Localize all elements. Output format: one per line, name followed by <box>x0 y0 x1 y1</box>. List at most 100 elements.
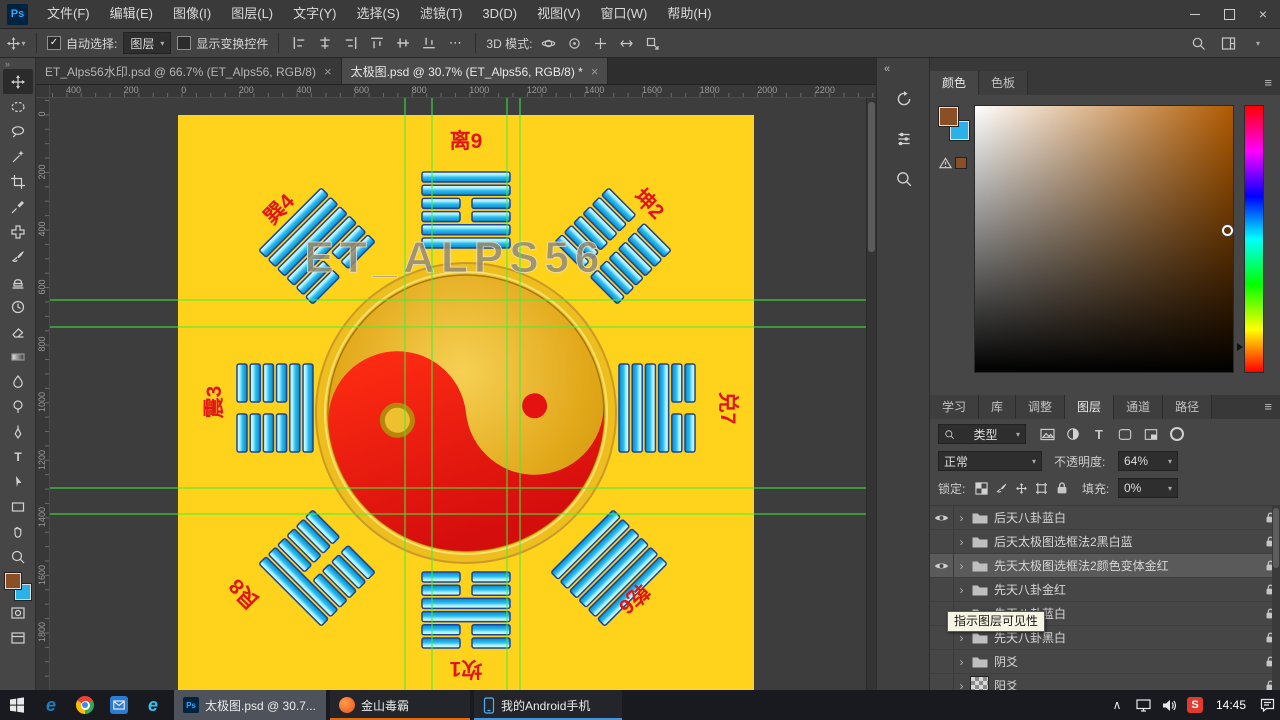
layer-filter-dropdown[interactable]: 类型 ▾ <box>938 424 1026 444</box>
tab-swatches[interactable]: 色板 <box>979 71 1029 95</box>
panel-icon-properties[interactable] <box>890 125 917 152</box>
maximize-button[interactable] <box>1212 0 1246 28</box>
3d-orbit-button[interactable] <box>538 32 558 54</box>
align-bottom-button[interactable] <box>419 32 439 54</box>
marquee-tool[interactable] <box>3 94 33 119</box>
3d-roll-button[interactable] <box>564 32 584 54</box>
layer-row[interactable]: › 先天八卦金红 <box>930 578 1280 602</box>
saturation-brightness-field[interactable] <box>974 105 1234 373</box>
workspace-chooser-button[interactable]: ▾ <box>1248 32 1268 54</box>
3d-slide-button[interactable] <box>616 32 636 54</box>
expand-panels-icon[interactable]: « <box>884 63 890 75</box>
align-left-button[interactable] <box>289 32 309 54</box>
lock-all-button[interactable] <box>1052 478 1071 498</box>
layer-row[interactable]: › 后天太极图选框法2黑白蓝 <box>930 530 1280 554</box>
start-button[interactable] <box>0 690 34 720</box>
eraser-tool[interactable] <box>3 319 33 344</box>
tab-adjustments[interactable]: 调整 <box>1016 395 1066 419</box>
edge-icon[interactable]: e <box>136 690 170 720</box>
3d-scale-button[interactable] <box>642 32 662 54</box>
hidden-icons-chevron[interactable]: ∧ <box>1104 690 1130 720</box>
healing-brush-tool[interactable] <box>3 219 33 244</box>
filter-type-layers-button[interactable]: T <box>1088 424 1110 444</box>
lasso-tool[interactable] <box>3 119 33 144</box>
menu-item[interactable]: 3D(D) <box>472 0 527 28</box>
document-canvas[interactable]: 离9坤2兑7乾6坎1艮8震3巽4 ET_ALPS56 <box>50 98 876 690</box>
type-tool[interactable]: T <box>3 444 33 469</box>
search-button[interactable] <box>1188 32 1208 54</box>
layer-visibility-toggle[interactable] <box>930 674 954 690</box>
layer-visibility-toggle[interactable] <box>930 578 954 601</box>
align-right-button[interactable] <box>341 32 361 54</box>
layer-expand-icon[interactable]: › <box>954 511 969 525</box>
menu-item[interactable]: 帮助(H) <box>657 0 721 28</box>
align-top-button[interactable] <box>367 32 387 54</box>
more-options-button[interactable]: ⋯ <box>445 32 465 54</box>
tools-collapse-icon[interactable]: » <box>0 59 10 69</box>
dodge-tool[interactable] <box>3 394 33 419</box>
document-tab-active[interactable]: 太极图.psd @ 30.7% (ET_Alps56, RGB/8) * × <box>341 58 609 84</box>
layer-filter-toggle[interactable] <box>1170 427 1184 441</box>
taskbar-button-photoshop[interactable]: Ps 太极图.psd @ 30.7... <box>174 690 326 720</box>
scrollbar-thumb[interactable] <box>868 102 875 252</box>
clone-stamp-tool[interactable] <box>3 269 33 294</box>
panel-icon-search[interactable] <box>890 165 917 192</box>
document-tab-inactive[interactable]: ET_Alps56水印.psd @ 66.7% (ET_Alps56, RGB/… <box>36 58 342 84</box>
3d-pan-button[interactable] <box>590 32 610 54</box>
ie-icon[interactable]: e <box>34 690 68 720</box>
mail-app-icon[interactable] <box>102 690 136 720</box>
layer-row[interactable]: › 后天八卦蓝白 <box>930 506 1280 530</box>
brush-tool[interactable] <box>3 244 33 269</box>
menu-item[interactable]: 编辑(E) <box>100 0 163 28</box>
fill-dropdown[interactable]: 0% ▾ <box>1118 478 1178 498</box>
align-center-h-button[interactable] <box>315 32 335 54</box>
lock-position-button[interactable] <box>1012 478 1031 498</box>
menu-item[interactable]: 文字(Y) <box>283 0 346 28</box>
menu-item[interactable]: 视图(V) <box>527 0 590 28</box>
canvas-vertical-scrollbar[interactable] <box>866 98 876 690</box>
tab-layers[interactable]: 图层 <box>1065 395 1115 419</box>
show-transform-checkbox[interactable]: 显示变换控件 <box>177 35 268 52</box>
layer-expand-icon[interactable]: › <box>954 535 969 549</box>
layer-row[interactable]: › 先天太极图选框法2颜色变体金红 <box>930 554 1280 578</box>
layer-row[interactable]: › 阴爻 <box>930 650 1280 674</box>
filter-adjustment-layers-button[interactable] <box>1062 424 1084 444</box>
tab-close-icon[interactable]: × <box>591 64 599 79</box>
color-field-marker[interactable] <box>1222 225 1233 236</box>
layer-expand-icon[interactable]: › <box>954 655 969 669</box>
hue-slider[interactable] <box>1244 105 1264 373</box>
chrome-icon[interactable] <box>68 690 102 720</box>
tab-libraries[interactable]: 库 <box>979 395 1017 419</box>
align-center-v-button[interactable] <box>393 32 413 54</box>
pen-tool[interactable] <box>3 419 33 444</box>
menu-item[interactable]: 滤镜(T) <box>410 0 473 28</box>
taskbar-clock[interactable]: 14:45 <box>1208 698 1254 712</box>
filter-shape-layers-button[interactable] <box>1114 424 1136 444</box>
quick-mask-button[interactable] <box>3 600 33 625</box>
layer-expand-icon[interactable]: › <box>954 679 969 691</box>
horizontal-ruler[interactable]: 400 200 0 200 400 600 800 1000 1200 1400 1600 1800 2… <box>50 84 876 98</box>
menu-item[interactable]: 选择(S) <box>346 0 409 28</box>
tab-color[interactable]: 颜色 <box>930 71 980 95</box>
panel-icon-history[interactable] <box>890 85 917 112</box>
taskbar-button-kingsoft[interactable]: 金山毒霸 <box>330 690 470 720</box>
canvas-viewport[interactable]: 离9 坤2 兑7 乾6 坎1 艮8 震3 巽4 ET_ALPS56 <box>50 98 876 690</box>
tab-learn[interactable]: 学习 <box>930 395 980 419</box>
action-center-icon[interactable] <box>1254 690 1280 720</box>
menu-item[interactable]: 图层(L) <box>221 0 283 28</box>
layer-row[interactable]: › 阳爻 <box>930 674 1280 690</box>
layers-scrollbar[interactable] <box>1272 505 1280 690</box>
tab-close-icon[interactable]: × <box>324 64 332 79</box>
minimize-button[interactable] <box>1178 0 1212 28</box>
gamut-warning[interactable] <box>939 157 967 169</box>
scrollbar-thumb[interactable] <box>1273 508 1279 568</box>
auto-select-target-dropdown[interactable]: 图层 ▾ <box>123 32 172 54</box>
screen-mode-button[interactable] <box>3 625 33 650</box>
lock-transparency-button[interactable] <box>972 478 991 498</box>
auto-select-checkbox[interactable]: ✓ 自动选择: <box>47 35 117 52</box>
workspace-layout-button[interactable] <box>1218 32 1238 54</box>
taskbar-button-android-phone[interactable]: 我的Android手机 <box>474 690 622 720</box>
gradient-tool[interactable] <box>3 344 33 369</box>
hue-slider-marker[interactable] <box>1237 343 1243 351</box>
history-brush-tool[interactable] <box>3 294 33 319</box>
